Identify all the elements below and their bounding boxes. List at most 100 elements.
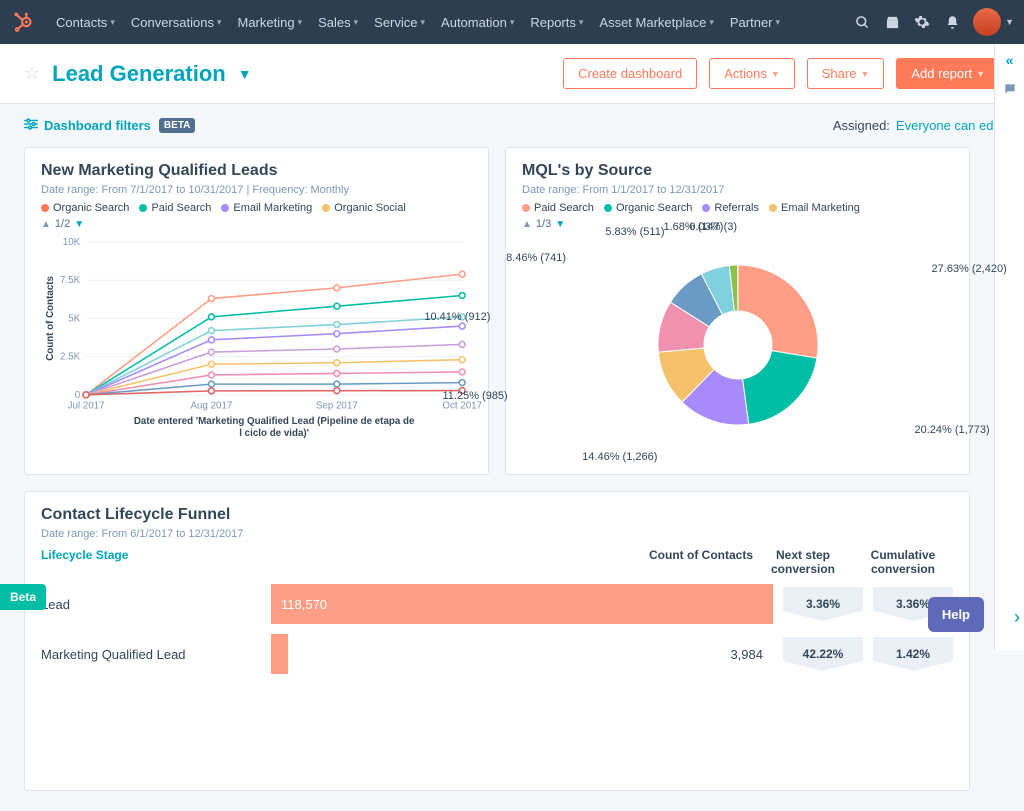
dashboard-main: New Marketing Qualified Leads Date range…	[0, 147, 994, 811]
card-title: Contact Lifecycle Funnel	[41, 506, 953, 524]
actions-button[interactable]: Actions▼	[709, 58, 795, 89]
legend-item: Paid Search	[522, 202, 594, 214]
next-arrow-icon[interactable]: ›	[1014, 607, 1020, 628]
svg-text:Oct 2017: Oct 2017	[442, 401, 482, 412]
donut-slice-label: 0.03% (3)	[689, 221, 737, 233]
user-avatar[interactable]	[973, 8, 1001, 36]
assigned-label: Assigned:	[833, 118, 890, 133]
help-tab[interactable]: Help	[928, 597, 984, 632]
donut-slice-label: 11.25% (985)	[442, 390, 507, 402]
svg-text:Sep 2017: Sep 2017	[316, 401, 358, 412]
card-new-mql: New Marketing Qualified Leads Date range…	[24, 147, 489, 475]
beta-badge: BETA	[159, 118, 195, 133]
card-contact-lifecycle-funnel: Contact Lifecycle Funnel Date range: Fro…	[24, 491, 970, 791]
svg-text:Date entered 'Marketing Qualif: Date entered 'Marketing Qualified Lead (…	[134, 416, 415, 427]
legend-item: Organic Social	[322, 202, 406, 214]
card-subtitle: Date range: From 1/1/2017 to 12/31/2017	[522, 184, 953, 196]
legend-item: Referrals	[702, 202, 759, 214]
pager-text: 1/3	[536, 218, 551, 230]
filter-icon[interactable]	[24, 118, 38, 133]
donut-chart: 27.63% (2,420)20.24% (1,773)14.46% (1,26…	[522, 230, 953, 460]
chat-icon[interactable]	[1003, 82, 1017, 99]
add-report-button[interactable]: Add report▼	[896, 58, 1000, 89]
col-next: Next step conversion	[753, 548, 853, 576]
beta-tab[interactable]: Beta	[0, 584, 46, 610]
right-rail: «	[994, 44, 1024, 650]
col-count: Count of Contacts	[613, 548, 753, 576]
funnel-row: Lead118,5703.36%3.36%	[41, 584, 953, 624]
chart-legend: Paid Search Organic Search Referrals Email …	[522, 202, 953, 214]
svg-text:7.5K: 7.5K	[60, 275, 81, 286]
chart-legend: Organic Search Paid Search Email Marketing…	[41, 202, 472, 214]
next-conversion-chip: 42.22%	[783, 637, 863, 671]
marketplace-icon[interactable]	[877, 7, 907, 37]
col-cum: Cumulative conversion	[853, 548, 953, 576]
donut-slice-label: 14.46% (1,266)	[582, 451, 657, 463]
donut-slice-label: 5.83% (511)	[605, 226, 664, 238]
svg-text:Aug 2017: Aug 2017	[190, 401, 232, 412]
svg-text:10K: 10K	[63, 237, 81, 248]
dashboard-header: ☆ Lead Generation ▼ Create dashboard Act…	[0, 44, 1024, 104]
svg-text:0: 0	[75, 390, 81, 401]
card-mql-by-source: MQL's by Source Date range: From 1/1/201…	[505, 147, 970, 475]
nav-item-contacts[interactable]: Contacts ▾	[48, 15, 123, 30]
next-conversion-chip: 3.36%	[783, 587, 863, 621]
donut-slice-label: 20.24% (1,773)	[914, 424, 989, 436]
chevron-down-icon[interactable]: ▼	[238, 66, 252, 82]
notifications-bell-icon[interactable]	[937, 7, 967, 37]
pager-next-icon[interactable]: ▼	[555, 219, 565, 230]
nav-item-reports[interactable]: Reports ▾	[522, 15, 591, 30]
assigned-value-link[interactable]: Everyone can edit	[896, 118, 1000, 133]
legend-item: Email Marketing	[221, 202, 312, 214]
pager-prev-icon[interactable]: ▲	[41, 219, 51, 230]
share-button[interactable]: Share▼	[807, 58, 885, 89]
funnel-stage-label: Marketing Qualified Lead	[41, 647, 271, 662]
chevron-down-icon: ▼	[1005, 17, 1014, 27]
funnel-row: Marketing Qualified Lead3,984 42.22% 1.42%	[41, 634, 953, 674]
donut-slice-label: 10.41% (912)	[424, 311, 490, 323]
settings-gear-icon[interactable]	[907, 7, 937, 37]
funnel-header: Lifecycle Stage Count of Contacts Next s…	[41, 540, 953, 584]
svg-text:l ciclo de vida)': l ciclo de vida)'	[239, 428, 309, 439]
create-dashboard-button[interactable]: Create dashboard	[563, 58, 697, 89]
top-nav: Contacts ▾Conversations ▾Marketing ▾Sale…	[0, 0, 1024, 44]
cumulative-conversion-chip: 1.42%	[873, 637, 953, 671]
series-pager: ▲ 1/2 ▼	[41, 218, 472, 230]
search-icon[interactable]	[847, 7, 877, 37]
svg-text:Jul 2017: Jul 2017	[68, 401, 105, 412]
dashboard-title[interactable]: Lead Generation	[52, 61, 226, 87]
card-subtitle: Date range: From 6/1/2017 to 12/31/2017	[41, 528, 953, 540]
svg-text:5K: 5K	[68, 313, 80, 324]
favorite-star-icon[interactable]: ☆	[24, 63, 40, 84]
nav-item-sales[interactable]: Sales ▾	[310, 15, 366, 30]
funnel-bar: 118,570	[271, 584, 773, 624]
nav-item-asset-marketplace[interactable]: Asset Marketplace ▾	[591, 15, 721, 30]
svg-text:Count of Contacts: Count of Contacts	[45, 275, 56, 360]
donut-slice-label: 8.46% (741)	[506, 252, 566, 264]
legend-item: Email Marketing	[769, 202, 860, 214]
nav-item-partner[interactable]: Partner ▾	[722, 15, 788, 30]
hubspot-logo-icon[interactable]	[10, 9, 36, 35]
pager-next-icon[interactable]: ▼	[74, 219, 84, 230]
card-title: MQL's by Source	[522, 162, 953, 180]
filters-bar: Dashboard filters BETA Assigned: Everyon…	[0, 104, 1024, 147]
nav-item-automation[interactable]: Automation ▾	[433, 15, 522, 30]
pager-text: 1/2	[55, 218, 70, 230]
nav-item-service[interactable]: Service ▾	[366, 15, 433, 30]
nav-item-conversations[interactable]: Conversations ▾	[123, 15, 230, 30]
funnel-bar: 3,984	[271, 634, 773, 674]
line-chart: 02.5K5K7.5K10KJul 2017Aug 2017Sep 2017Oc…	[41, 234, 472, 444]
legend-item: Organic Search	[604, 202, 692, 214]
pager-prev-icon[interactable]: ▲	[522, 219, 532, 230]
collapse-chevrons-icon[interactable]: «	[1006, 52, 1014, 68]
legend-item: Organic Search	[41, 202, 129, 214]
nav-item-marketing[interactable]: Marketing ▾	[229, 15, 310, 30]
legend-item: Paid Search	[139, 202, 211, 214]
card-subtitle: Date range: From 7/1/2017 to 10/31/2017 …	[41, 184, 472, 196]
svg-text:2.5K: 2.5K	[60, 352, 81, 363]
dashboard-filters-link[interactable]: Dashboard filters	[44, 118, 151, 133]
col-stage: Lifecycle Stage	[41, 548, 613, 576]
series-pager: ▲ 1/3 ▼	[522, 218, 953, 230]
donut-slice-label: 27.63% (2,420)	[932, 263, 1007, 275]
card-title: New Marketing Qualified Leads	[41, 162, 472, 180]
